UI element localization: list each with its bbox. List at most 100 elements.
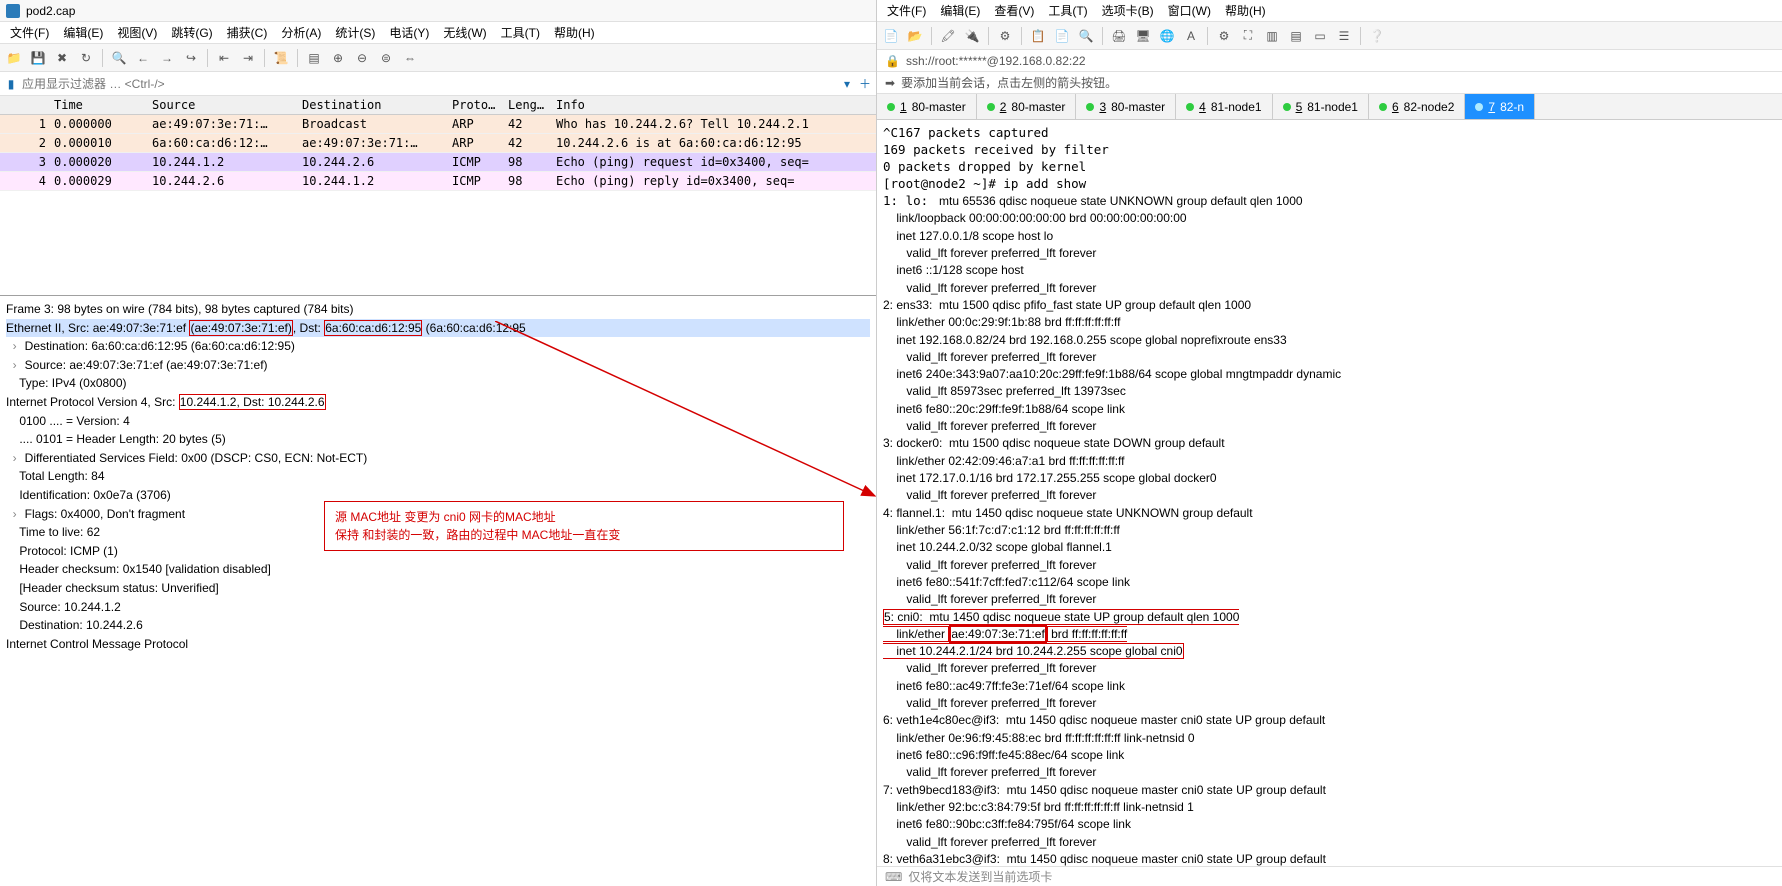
session-tab[interactable]: 2 80-master [977, 94, 1077, 119]
packet-row[interactable]: 20.0000106a:60:ca:d6:12:…ae:49:07:3e:71:… [0, 134, 876, 153]
ip-detail-line[interactable]: ›Differentiated Services Field: 0x00 (DS… [6, 449, 870, 468]
zoom-reset-icon[interactable]: ⊜ [376, 48, 396, 68]
session-tab[interactable]: 1 80-master [877, 94, 977, 119]
ip-detail-line[interactable]: Destination: 10.244.2.6 [6, 616, 870, 635]
detail-ethernet[interactable]: Ethernet II, Src: ae:49:07:3e:71:ef (ae:… [6, 319, 870, 338]
col-len[interactable]: Length [504, 96, 552, 114]
col-time[interactable]: Time [50, 96, 148, 114]
connect-icon[interactable]: 🔌 [962, 26, 982, 46]
session-tab[interactable]: 6 82-node2 [1369, 94, 1465, 119]
packet-list[interactable]: Time Source Destination Protocol Length … [0, 96, 876, 296]
col-source[interactable]: Source [148, 96, 298, 114]
save-icon[interactable]: 💾 [28, 48, 48, 68]
filter-dropdown-icon[interactable]: ▾ [838, 75, 856, 93]
resize-cols-icon[interactable]: ⇔ [400, 48, 420, 68]
menu-window[interactable]: 窗口(W) [1162, 0, 1217, 21]
menu-telephony[interactable]: 电话(Y) [383, 22, 435, 43]
find-icon[interactable]: 🔍 [1076, 26, 1096, 46]
menu-capture[interactable]: 捕获(C) [221, 22, 274, 43]
chevron-right-icon[interactable]: › [13, 505, 25, 524]
menu-help[interactable]: 帮助(H) [548, 22, 601, 43]
reload-icon[interactable]: ↻ [76, 48, 96, 68]
chevron-right-icon[interactable]: › [13, 356, 25, 375]
menu-go[interactable]: 跳转(G) [165, 22, 218, 43]
new-icon[interactable]: 📄 [881, 26, 901, 46]
menu-stats[interactable]: 统计(S) [329, 22, 381, 43]
ip-detail-line[interactable]: .... 0101 = Header Length: 20 bytes (5) [6, 430, 870, 449]
bookmark-icon[interactable]: ▮ [2, 75, 20, 93]
last-icon[interactable]: ⇥ [238, 48, 258, 68]
close-icon[interactable]: ✖ [52, 48, 72, 68]
session-tab[interactable]: 3 80-master [1076, 94, 1176, 119]
first-icon[interactable]: ⇤ [214, 48, 234, 68]
print-icon[interactable]: 🖨 [1109, 26, 1129, 46]
open-icon[interactable]: 📂 [905, 26, 925, 46]
properties-icon[interactable]: ⚙ [995, 26, 1015, 46]
globe-icon[interactable]: 🌐 [1157, 26, 1177, 46]
detail-src[interactable]: ›Source: ae:49:07:3e:71:ef (ae:49:07:3e:… [6, 356, 870, 375]
packet-row[interactable]: 30.00002010.244.1.210.244.2.6ICMP98Echo … [0, 153, 876, 172]
screen-icon[interactable]: 🖥 [1133, 26, 1153, 46]
filter-input[interactable] [20, 75, 838, 93]
tile-v-icon[interactable]: ▤ [1286, 26, 1306, 46]
ip-detail-line[interactable]: 0100 .... = Version: 4 [6, 412, 870, 431]
menu-tools[interactable]: 工具(T) [1042, 0, 1093, 21]
col-proto[interactable]: Protocol [448, 96, 504, 114]
cascade-icon[interactable]: ▭ [1310, 26, 1330, 46]
menu-view[interactable]: 查看(V) [988, 0, 1040, 21]
session-tab[interactable]: 5 81-node1 [1273, 94, 1369, 119]
col-dest[interactable]: Destination [298, 96, 448, 114]
ip-detail-line[interactable]: Total Length: 84 [6, 467, 870, 486]
menu-wireless[interactable]: 无线(W) [437, 22, 492, 43]
terminal-menu[interactable]: 文件(F) 编辑(E) 查看(V) 工具(T) 选项卡(B) 窗口(W) 帮助(… [877, 0, 1782, 22]
open-icon[interactable]: 📁 [4, 48, 24, 68]
menu-file[interactable]: 文件(F) [881, 0, 932, 21]
detail-icmp[interactable]: Internet Control Message Protocol [6, 635, 870, 654]
paste-icon[interactable]: 📄 [1052, 26, 1072, 46]
ssh-url[interactable]: ssh://root:******@192.168.0.82:22 [906, 54, 1086, 68]
highlight-icon[interactable]: 🖍 [938, 26, 958, 46]
zoom-out-icon[interactable]: ⊖ [352, 48, 372, 68]
packet-detail[interactable]: Frame 3: 98 bytes on wire (784 bits), 98… [0, 296, 876, 886]
menu-edit[interactable]: 编辑(E) [934, 0, 986, 21]
list-icon[interactable]: ☰ [1334, 26, 1354, 46]
next-icon[interactable]: → [157, 48, 177, 68]
help-icon[interactable]: ❔ [1367, 26, 1387, 46]
autoscroll-icon[interactable]: 📜 [271, 48, 291, 68]
fullscreen-icon[interactable]: ⛶ [1238, 26, 1258, 46]
detail-ip[interactable]: Internet Protocol Version 4, Src: 10.244… [6, 393, 870, 412]
menu-tools[interactable]: 工具(T) [495, 22, 546, 43]
packet-row[interactable]: 10.000000ae:49:07:3e:71:…BroadcastARP42W… [0, 115, 876, 134]
settings-icon[interactable]: ⚙ [1214, 26, 1234, 46]
chevron-right-icon[interactable]: › [13, 337, 25, 356]
col-info[interactable]: Info [552, 96, 876, 114]
detail-type[interactable]: Type: IPv4 (0x0800) [6, 374, 870, 393]
find-icon[interactable]: 🔍 [109, 48, 129, 68]
packet-row[interactable]: 40.00002910.244.2.610.244.1.2ICMP98Echo … [0, 172, 876, 191]
col-no[interactable] [0, 96, 50, 114]
menu-file[interactable]: 文件(F) [4, 22, 55, 43]
chevron-right-icon[interactable]: › [13, 449, 25, 468]
arrow-icon[interactable]: ➡ [885, 76, 895, 90]
session-tab[interactable]: 7 82-n [1465, 94, 1535, 119]
ip-detail-line[interactable]: [Header checksum status: Unverified] [6, 579, 870, 598]
detail-dst[interactable]: ›Destination: 6a:60:ca:d6:12:95 (6a:60:c… [6, 337, 870, 356]
wireshark-menu[interactable]: 文件(F) 编辑(E) 视图(V) 跳转(G) 捕获(C) 分析(A) 统计(S… [0, 22, 876, 44]
filter-add-icon[interactable]: ＋ [856, 75, 874, 93]
ip-detail-line[interactable]: Source: 10.244.1.2 [6, 598, 870, 617]
session-tab[interactable]: 4 81-node1 [1176, 94, 1272, 119]
menu-edit[interactable]: 编辑(E) [57, 22, 109, 43]
font-icon[interactable]: A [1181, 26, 1201, 46]
menu-analyze[interactable]: 分析(A) [275, 22, 327, 43]
colorize-icon[interactable]: ▤ [304, 48, 324, 68]
prev-icon[interactable]: ← [133, 48, 153, 68]
menu-view[interactable]: 视图(V) [111, 22, 163, 43]
ip-detail-line[interactable]: Header checksum: 0x1540 [validation disa… [6, 560, 870, 579]
menu-tab[interactable]: 选项卡(B) [1096, 0, 1160, 21]
terminal-output[interactable]: ^C167 packets captured 169 packets recei… [877, 120, 1782, 866]
goto-icon[interactable]: ↪ [181, 48, 201, 68]
menu-help[interactable]: 帮助(H) [1219, 0, 1272, 21]
copy-icon[interactable]: 📋 [1028, 26, 1048, 46]
detail-frame[interactable]: Frame 3: 98 bytes on wire (784 bits), 98… [6, 300, 870, 319]
zoom-in-icon[interactable]: ⊕ [328, 48, 348, 68]
